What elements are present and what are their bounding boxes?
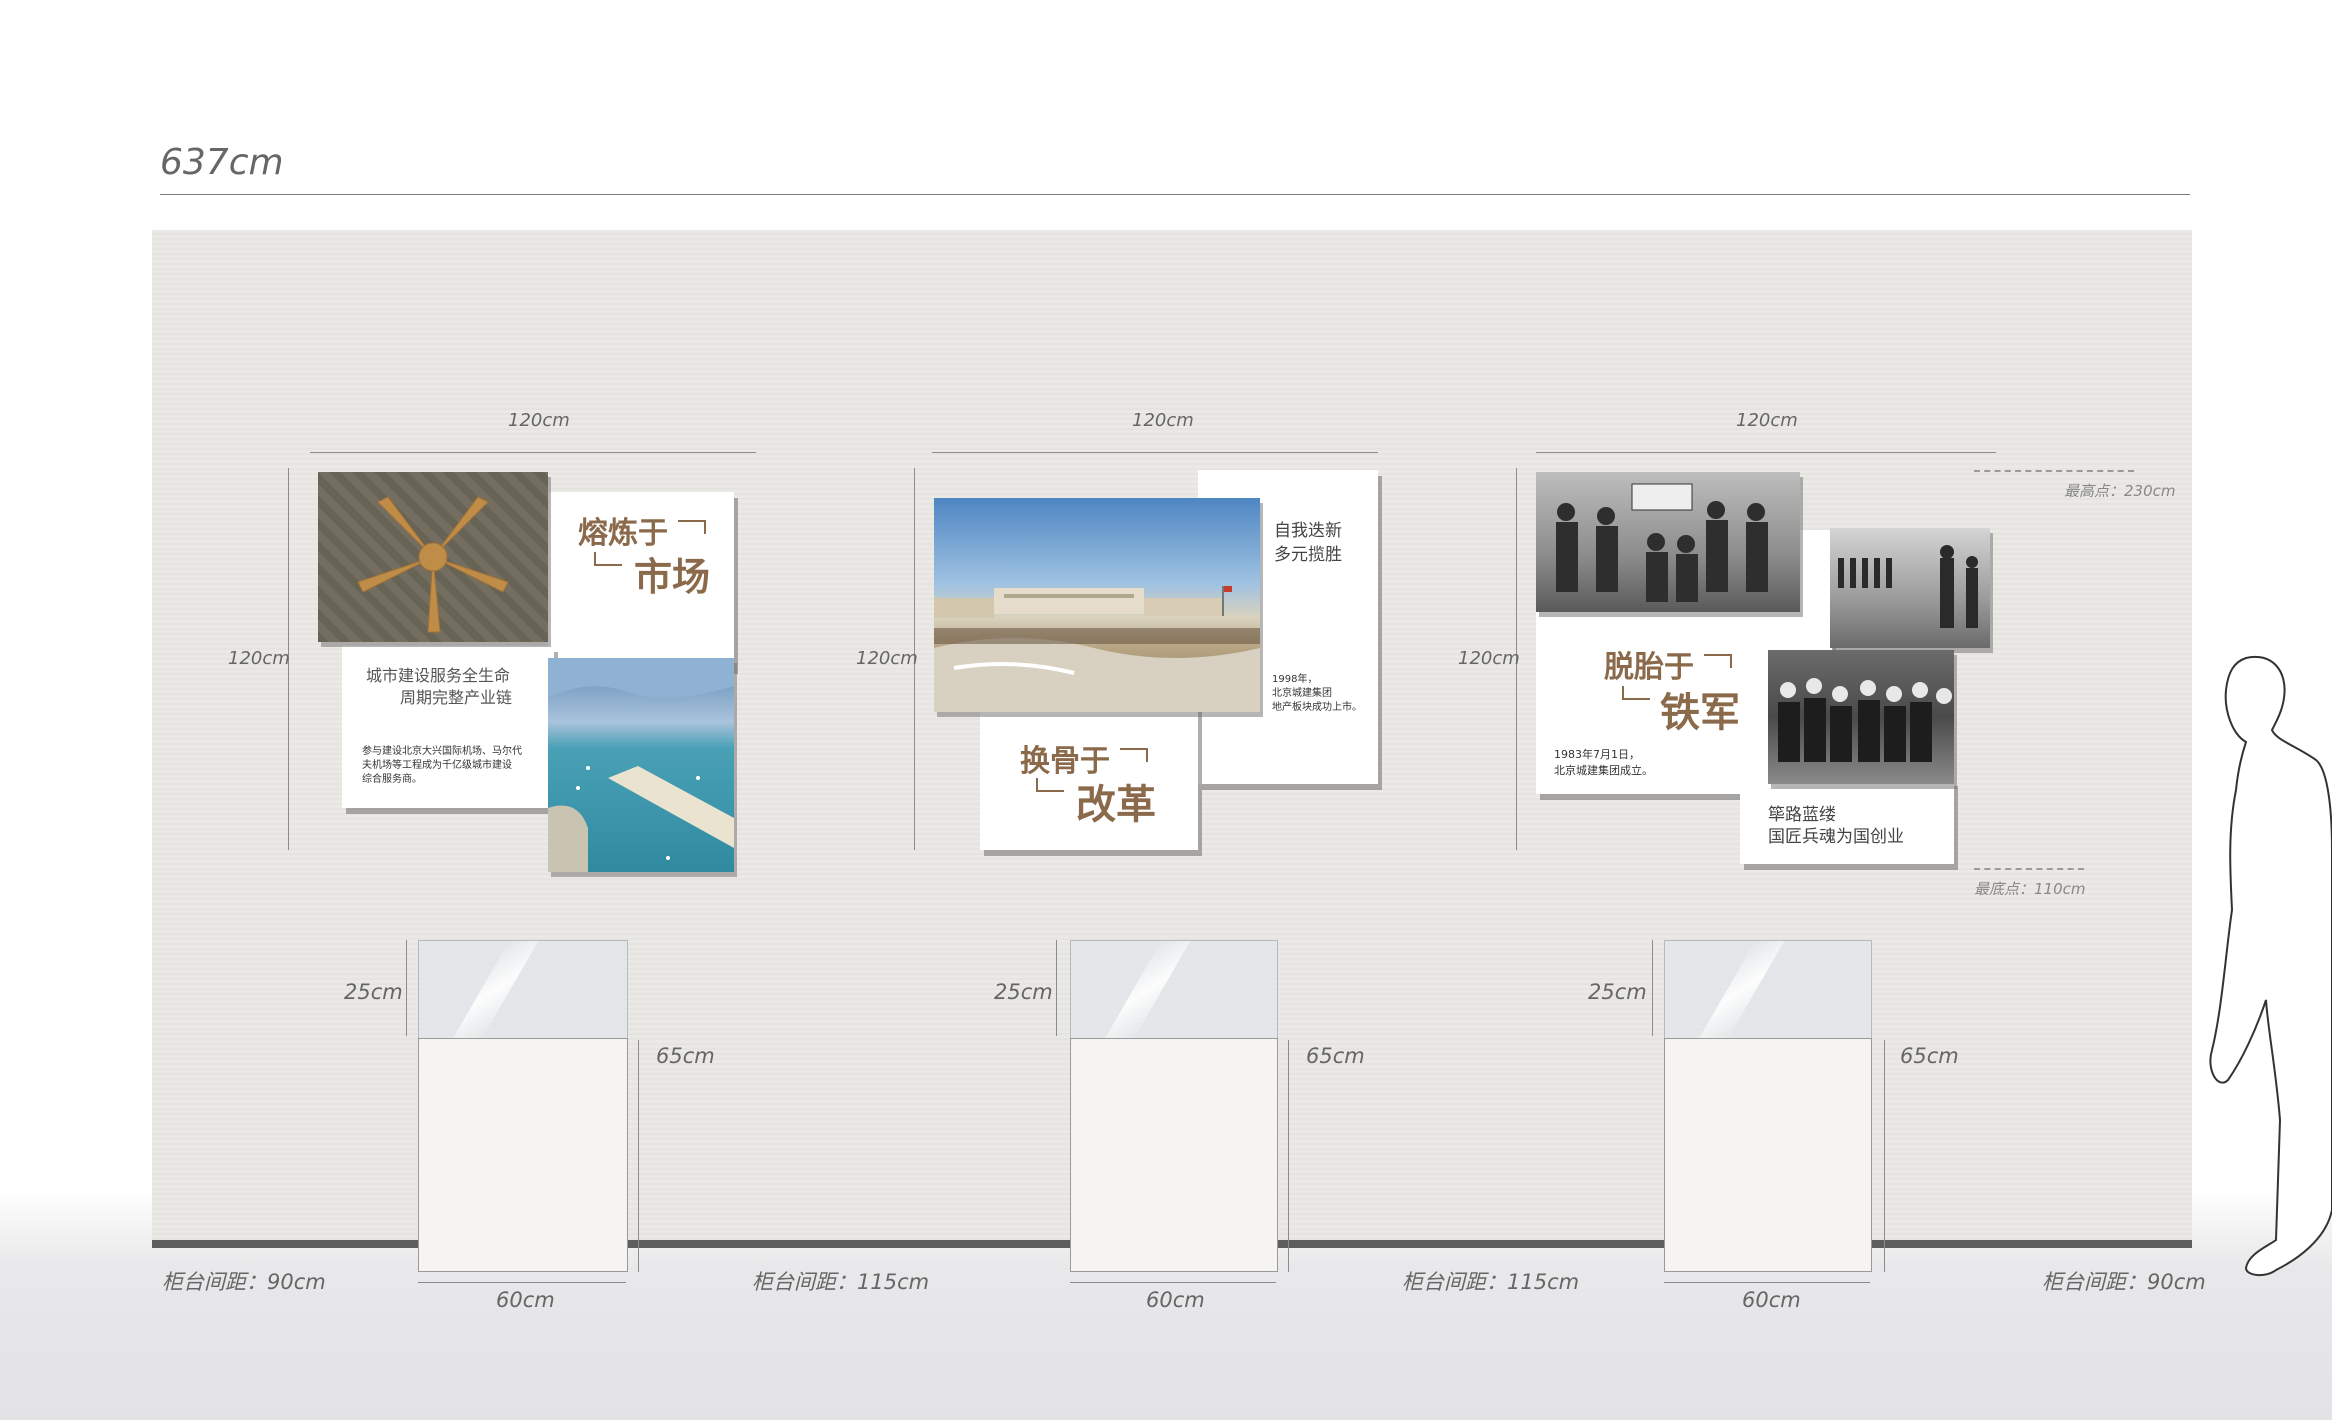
panel2-body-1: 1998年，: [1272, 674, 1318, 685]
panel3-height-label: 120cm: [1458, 648, 1520, 669]
panel2-body-2: 北京城建集团: [1272, 688, 1332, 699]
panel2-bracket-top: [1120, 748, 1148, 762]
panel1-width-line: [310, 452, 756, 453]
case1-cabinet: [418, 1038, 628, 1272]
panel2-bracket-bottom: [1036, 778, 1064, 792]
panel3-soldiers-group-photo: [1536, 472, 1800, 612]
case3-cabinet: [1664, 1038, 1872, 1272]
panel2-tiananmen-square-photo: [934, 498, 1260, 712]
spacing-left-label: 柜台间距：90cm: [162, 1270, 326, 1294]
panel2-note-1: 自我迭新: [1274, 521, 1342, 541]
panel3-bracket-top: [1704, 654, 1732, 668]
panel1-width-label: 120cm: [508, 410, 570, 431]
case3-body-height-label: 65cm: [1900, 1044, 1959, 1068]
bottom-point-marker: [1974, 868, 2084, 870]
case2-glass-top: [1070, 940, 1278, 1040]
case3-width-line: [1664, 1282, 1870, 1283]
panel2-height-label: 120cm: [856, 648, 918, 669]
case1-glass-height-label: 25cm: [344, 980, 403, 1004]
case3-width-label: 60cm: [1742, 1288, 1801, 1312]
panel3-caption-2: 国匠兵魂为国创业: [1768, 827, 1904, 847]
case2-width-line: [1070, 1282, 1276, 1283]
case2-width-label: 60cm: [1146, 1288, 1205, 1312]
case1-glass-top: [418, 940, 628, 1040]
case1-body-height-label: 65cm: [656, 1044, 715, 1068]
case2-cabinet: [1070, 1038, 1278, 1272]
panel3-bracket-bottom: [1622, 686, 1650, 700]
case2-glass-height-line: [1056, 940, 1057, 1036]
case3-glass-height-label: 25cm: [1588, 980, 1647, 1004]
case1-width-line: [418, 1282, 626, 1283]
panel1-bracket-bottom: [594, 552, 622, 566]
panel1-body-1: 参与建设北京大兴国际机场、马尔代: [362, 746, 522, 757]
bottom-point-label: 最底点：110cm: [1974, 880, 2086, 898]
case3-body-height-line: [1884, 1040, 1885, 1272]
case2-glass-height-label: 25cm: [994, 980, 1053, 1004]
panel1-subtitle-1: 城市建设服务全生命: [366, 666, 511, 685]
panel1-bracket-top: [678, 520, 706, 534]
case1-glass-height-line: [406, 940, 407, 1036]
spacing-middle1-label: 柜台间距：115cm: [752, 1270, 930, 1294]
case2-body-height-line: [1288, 1040, 1289, 1272]
top-point-label: 最高点：230cm: [2064, 482, 2176, 500]
top-point-marker: [1974, 470, 2134, 472]
panel2-width-label: 120cm: [1132, 410, 1194, 431]
panel1-subtitle-2: 周期完整产业链: [400, 688, 513, 707]
case1-body-height-line: [638, 1040, 639, 1272]
panel1-body-3: 综合服务商。: [362, 774, 422, 785]
panel2-body-3: 地产板块成功上市。: [1272, 702, 1362, 713]
panel3-marching-soldiers-photo: [1830, 528, 1990, 648]
panel3-body-2: 北京城建集团成立。: [1554, 764, 1653, 777]
panel1-height-label: 120cm: [228, 648, 290, 669]
panel3-width-label: 120cm: [1736, 410, 1798, 431]
case2-body-height-label: 65cm: [1306, 1044, 1365, 1068]
panel2-title-bottom: 改革: [1076, 782, 1156, 828]
spacing-middle2-label: 柜台间距：115cm: [1402, 1270, 1580, 1294]
case3-glass-height-line: [1652, 940, 1653, 1036]
case1-width-label: 60cm: [496, 1288, 555, 1312]
panel1-title-bottom: 市场: [634, 555, 711, 599]
human-scale-figure: [2209, 655, 2332, 1276]
panel1-body-2: 夫机场等工程成为千亿级城市建设: [362, 760, 512, 771]
panel3-body-1: 1983年7月1日，: [1554, 748, 1640, 761]
panel2-note-2: 多元揽胜: [1274, 545, 1342, 565]
case3-glass-top: [1664, 940, 1872, 1040]
panel3-title-bottom: 铁军: [1660, 690, 1740, 736]
panel2-width-line: [932, 452, 1378, 453]
panel1-airport-aerial-photo: [318, 472, 548, 642]
panel3-crowd-photo: [1768, 650, 1954, 784]
panel1-island-airport-photo: [548, 658, 734, 872]
panel3-width-line: [1536, 452, 1996, 453]
overall-width-line: [160, 194, 2190, 195]
overall-width-label: 637cm: [160, 142, 284, 183]
